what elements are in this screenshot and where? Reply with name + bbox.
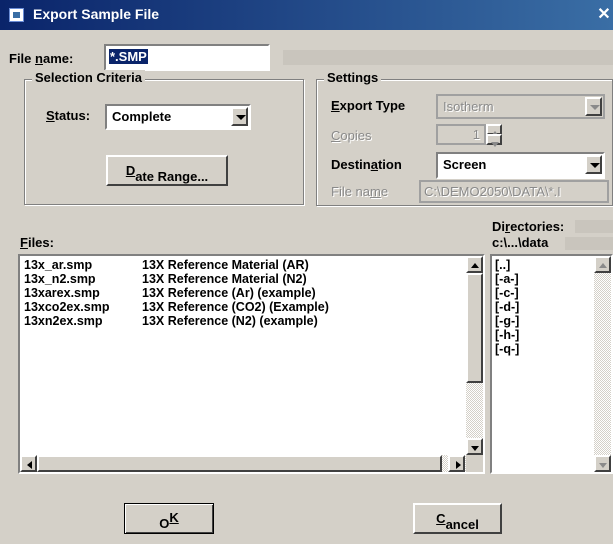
list-item-desc[interactable]: 13X Reference Material (AR) bbox=[142, 258, 309, 272]
directories-list[interactable]: [..] [-a-] [-c-] [-d-] [-g-] [-h-] [-q-] bbox=[490, 254, 613, 474]
copies-value: 1 bbox=[472, 127, 480, 142]
title-bar: Export Sample File ✕ bbox=[0, 0, 613, 30]
files-scroll-up-icon[interactable] bbox=[466, 256, 483, 273]
copies-down-icon[interactable] bbox=[486, 134, 502, 147]
directories-scroll-down-icon[interactable] bbox=[594, 455, 611, 472]
files-scroll-thumb[interactable] bbox=[466, 273, 483, 383]
file-name-value: *.SMP bbox=[109, 49, 148, 64]
settings-legend: Settings bbox=[324, 70, 382, 85]
directory-item[interactable]: [-g-] bbox=[495, 314, 519, 328]
copies-input[interactable]: 1 bbox=[436, 124, 486, 145]
list-item[interactable]: 13x_n2.smp bbox=[24, 272, 96, 286]
destination-value: Screen bbox=[443, 157, 487, 172]
cancel-button-label: Cancel bbox=[436, 511, 479, 532]
directory-item[interactable]: [-c-] bbox=[495, 286, 519, 300]
output-file-name-label: File name bbox=[331, 184, 389, 199]
copies-spinner[interactable] bbox=[486, 124, 502, 147]
list-item-desc[interactable]: 13X Reference (CO2) (Example) bbox=[142, 300, 329, 314]
date-range-button-label: Date Range... bbox=[125, 163, 209, 184]
close-icon[interactable]: ✕ bbox=[595, 6, 613, 24]
directory-item[interactable]: [-h-] bbox=[495, 328, 519, 342]
files-scroll-right-icon[interactable] bbox=[448, 455, 465, 472]
ok-button[interactable]: OK bbox=[124, 503, 214, 534]
files-scroll-left-icon[interactable] bbox=[20, 455, 37, 472]
window-app-icon bbox=[9, 8, 24, 22]
export-type-value: Isotherm bbox=[443, 99, 494, 114]
status-label: Status: bbox=[46, 108, 91, 123]
export-sample-file-dialog: Export Sample File ✕ File name: *.SMP Se… bbox=[0, 0, 613, 544]
window-title: Export Sample File bbox=[33, 6, 160, 22]
destination-dropdown-icon[interactable] bbox=[585, 155, 602, 174]
output-file-name-input[interactable]: C:\DEMO2050\DATA\*.I bbox=[419, 180, 609, 203]
directories-path-bar bbox=[565, 237, 613, 250]
directory-item[interactable]: [-q-] bbox=[495, 342, 519, 356]
directories-path: c:\...\data bbox=[492, 235, 549, 250]
files-list-items: 13x_ar.smp 13X Reference Material (AR) 1… bbox=[20, 256, 465, 454]
directory-item[interactable]: [..] bbox=[495, 258, 510, 272]
destination-combo[interactable]: Screen bbox=[436, 152, 605, 179]
selection-criteria-legend: Selection Criteria bbox=[32, 70, 145, 85]
directories-label-bar bbox=[575, 220, 613, 233]
directories-scroll-up-icon[interactable] bbox=[594, 256, 611, 273]
directories-label: Directories: bbox=[492, 219, 565, 234]
list-item[interactable]: 13xco2ex.smp bbox=[24, 300, 109, 314]
directories-vertical-scrollbar[interactable] bbox=[594, 256, 611, 472]
ok-button-label: OK bbox=[159, 510, 179, 531]
list-item-desc[interactable]: 13X Reference Material (N2) bbox=[142, 272, 307, 286]
export-type-combo[interactable]: Isotherm bbox=[436, 94, 605, 119]
status-value: Complete bbox=[112, 109, 172, 124]
cancel-button[interactable]: Cancel bbox=[413, 503, 502, 534]
file-name-input[interactable]: *.SMP bbox=[104, 44, 270, 71]
status-combo[interactable]: Complete bbox=[105, 104, 251, 130]
list-item[interactable]: 13xarex.smp bbox=[24, 286, 100, 300]
files-label: Files: bbox=[20, 235, 54, 250]
list-item-desc[interactable]: 13X Reference (Ar) (example) bbox=[142, 286, 316, 300]
directory-item[interactable]: [-d-] bbox=[495, 300, 519, 314]
file-name-label: File name: bbox=[9, 51, 74, 66]
files-vertical-scrollbar[interactable] bbox=[466, 256, 483, 455]
files-horizontal-scrollbar[interactable] bbox=[20, 455, 466, 472]
export-type-label: Export Type bbox=[331, 98, 406, 113]
list-item[interactable]: 13xn2ex.smp bbox=[24, 314, 103, 328]
output-file-name-value: C:\DEMO2050\DATA\*.I bbox=[424, 184, 561, 199]
file-name-hint-bar bbox=[283, 50, 613, 65]
date-range-button[interactable]: Date Range... bbox=[106, 155, 228, 186]
destination-label: Destination bbox=[331, 157, 402, 172]
files-scroll-down-icon[interactable] bbox=[466, 438, 483, 455]
selection-criteria-group bbox=[24, 79, 304, 205]
list-item-desc[interactable]: 13X Reference (N2) (example) bbox=[142, 314, 318, 328]
export-type-dropdown-icon[interactable] bbox=[585, 97, 602, 116]
copies-label: Copies bbox=[331, 128, 372, 143]
files-hscroll-thumb[interactable] bbox=[37, 455, 442, 472]
scroll-corner bbox=[466, 455, 483, 472]
list-item[interactable]: 13x_ar.smp bbox=[24, 258, 92, 272]
files-list[interactable]: 13x_ar.smp 13X Reference Material (AR) 1… bbox=[18, 254, 485, 474]
directory-item[interactable]: [-a-] bbox=[495, 272, 519, 286]
status-dropdown-icon[interactable] bbox=[231, 107, 248, 126]
